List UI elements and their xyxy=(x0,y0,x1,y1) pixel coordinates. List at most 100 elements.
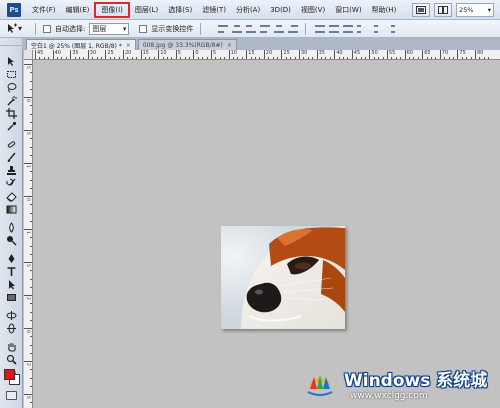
ruler-tick-label: 15 xyxy=(142,50,149,56)
dodge-tool-icon[interactable] xyxy=(5,235,18,246)
distribute-bottom-icon[interactable] xyxy=(343,24,354,34)
ruler-tick-label: 35 xyxy=(72,50,79,56)
align-top-icon[interactable] xyxy=(218,24,229,34)
ruler-tick: 0 xyxy=(24,97,32,102)
zoom-tool-icon[interactable] xyxy=(5,354,18,365)
zoom-level-select[interactable]: 25% ▾ xyxy=(456,3,494,17)
ruler-tick: 80 xyxy=(475,50,483,59)
type-tool-icon[interactable] xyxy=(5,266,18,277)
arrange-documents-icon[interactable] xyxy=(434,3,452,17)
distribute-left-icon[interactable] xyxy=(357,24,367,34)
ruler-tick-label: 60 xyxy=(406,50,413,56)
tool-options-bar: ▾ 自动选择: 图层 ▾ 显示变换控件 xyxy=(0,20,500,38)
ruler-tick-label: 75 xyxy=(459,50,466,56)
ruler-tick: 30 xyxy=(299,50,307,59)
align-vertical-center-icon[interactable] xyxy=(232,24,243,34)
menu-help[interactable]: 帮助(H) xyxy=(367,2,402,18)
3d-orbit-tool-icon[interactable] xyxy=(5,323,18,334)
align-right-icon[interactable] xyxy=(288,24,299,34)
menu-3d[interactable]: 3D(D) xyxy=(265,2,296,18)
quick-mask-icon[interactable] xyxy=(6,391,17,400)
marquee-tool-icon[interactable] xyxy=(5,69,18,80)
align-left-icon[interactable] xyxy=(260,24,271,34)
ruler-origin[interactable] xyxy=(24,50,33,60)
tool-preset-picker[interactable]: ▾ xyxy=(6,22,28,36)
ruler-tick: 30 xyxy=(87,50,96,59)
ruler-tick-label: 15 xyxy=(248,50,255,56)
menu-layer[interactable]: 图层(L) xyxy=(130,2,163,18)
toolbox-grip[interactable] xyxy=(0,38,22,46)
menu-analysis[interactable]: 分析(A) xyxy=(231,2,265,18)
document-tab-bar: 空白1 @ 25% (图层 1, RGB/8) * × 008.jpg @ 33… xyxy=(22,38,500,50)
healing-brush-tool-icon[interactable] xyxy=(5,139,18,150)
ruler-tick: 10 xyxy=(228,50,237,59)
document-tab-title: 空白1 @ 25% (图层 1, RGB/8) * xyxy=(31,42,122,50)
ruler-tick-label: 40 xyxy=(54,50,61,56)
ruler-tick: 20 xyxy=(123,50,131,59)
ruler-tick-label: 0 xyxy=(195,50,199,56)
menu-select[interactable]: 选择(S) xyxy=(163,2,197,18)
ruler-tick-label: 2 xyxy=(25,297,30,300)
clone-stamp-tool-icon[interactable] xyxy=(5,165,18,176)
foreground-color-swatch[interactable] xyxy=(4,369,15,380)
shape-tool-icon[interactable] xyxy=(5,292,18,303)
distribute-horizontal-icon[interactable] xyxy=(371,24,381,34)
brush-tool-icon[interactable] xyxy=(5,152,18,163)
ruler-tick: 15 xyxy=(246,50,255,59)
ruler-tick-label: 20 xyxy=(125,50,132,56)
horizontal-ruler[interactable]: 45 40 35 30 25 20 15 10 5 0 5 10 15 20 25 30 35 40 45 50 55 6… xyxy=(33,50,500,60)
hand-tool-icon[interactable] xyxy=(5,341,18,352)
toolbox xyxy=(0,38,23,408)
document-tab-active[interactable]: 空白1 @ 25% (图层 1, RGB/8) * × xyxy=(26,39,136,50)
menu-file[interactable]: 文件(F) xyxy=(27,2,61,18)
show-transform-controls-checkbox[interactable] xyxy=(139,24,148,33)
windows-logo-icon xyxy=(302,365,338,401)
application-bar-controls: 25% ▾ xyxy=(412,0,500,20)
distribute-right-icon[interactable] xyxy=(385,24,396,34)
menu-view[interactable]: 视图(V) xyxy=(296,2,330,18)
ruler-tick: 5 xyxy=(175,50,181,59)
lasso-tool-icon[interactable] xyxy=(5,82,18,93)
eyedropper-tool-icon[interactable] xyxy=(5,121,18,132)
auto-select-checkbox[interactable] xyxy=(43,24,51,33)
zoom-level-value: 25% xyxy=(459,6,474,14)
menu-image[interactable]: 图像(I) xyxy=(94,1,130,18)
magic-wand-tool-icon[interactable] xyxy=(5,95,18,106)
distribute-center-icon[interactable] xyxy=(329,24,340,34)
menu-filter[interactable]: 滤镜(T) xyxy=(197,2,231,18)
vertical-ruler[interactable]: 50510152025 xyxy=(24,60,33,408)
ruler-tick: 70 xyxy=(439,50,448,59)
auto-select-target-select[interactable]: 图层 ▾ xyxy=(89,22,130,35)
path-selection-tool-icon[interactable] xyxy=(5,279,18,290)
ruler-tick-label: 45 xyxy=(37,50,44,56)
menu-window[interactable]: 窗口(W) xyxy=(330,2,366,18)
gradient-tool-icon[interactable] xyxy=(5,204,18,215)
close-icon[interactable]: × xyxy=(126,42,131,49)
ruler-tick-label: 30 xyxy=(89,50,97,56)
ruler-tick-label: 5 xyxy=(213,50,217,56)
ruler-tick: 20 xyxy=(263,50,272,59)
menu-edit[interactable]: 编辑(E) xyxy=(61,2,95,18)
document-tab-inactive[interactable]: 008.jpg @ 33.3%(RGB/8#) × xyxy=(137,39,237,50)
ruler-tick-label: 5 xyxy=(25,396,30,399)
ruler-tick-label: 10 xyxy=(160,50,167,56)
crop-tool-icon[interactable] xyxy=(5,108,18,119)
align-bottom-icon[interactable] xyxy=(246,24,257,34)
eraser-tool-icon[interactable] xyxy=(5,191,18,202)
watermark-text: Windows 系统城 www.wxclgg.com xyxy=(344,366,487,401)
blur-tool-icon[interactable] xyxy=(5,222,18,233)
ruler-tick-label: 35 xyxy=(318,50,325,56)
ruler-tick-label: 0 xyxy=(25,330,30,333)
ruler-tick: 5 xyxy=(24,64,32,69)
ruler-tick-label: 5 xyxy=(177,50,181,56)
ruler-tick: 55 xyxy=(387,50,395,59)
screen-mode-icon[interactable] xyxy=(412,3,430,17)
move-tool-icon[interactable] xyxy=(5,56,18,67)
history-brush-tool-icon[interactable] xyxy=(5,178,18,189)
3d-rotate-tool-icon[interactable] xyxy=(5,310,18,321)
pen-tool-icon[interactable] xyxy=(5,253,18,264)
align-horizontal-center-icon[interactable] xyxy=(274,24,285,34)
close-icon[interactable]: × xyxy=(227,42,232,49)
distribute-top-icon[interactable] xyxy=(315,24,326,34)
ruler-tick: 45 xyxy=(35,50,43,59)
